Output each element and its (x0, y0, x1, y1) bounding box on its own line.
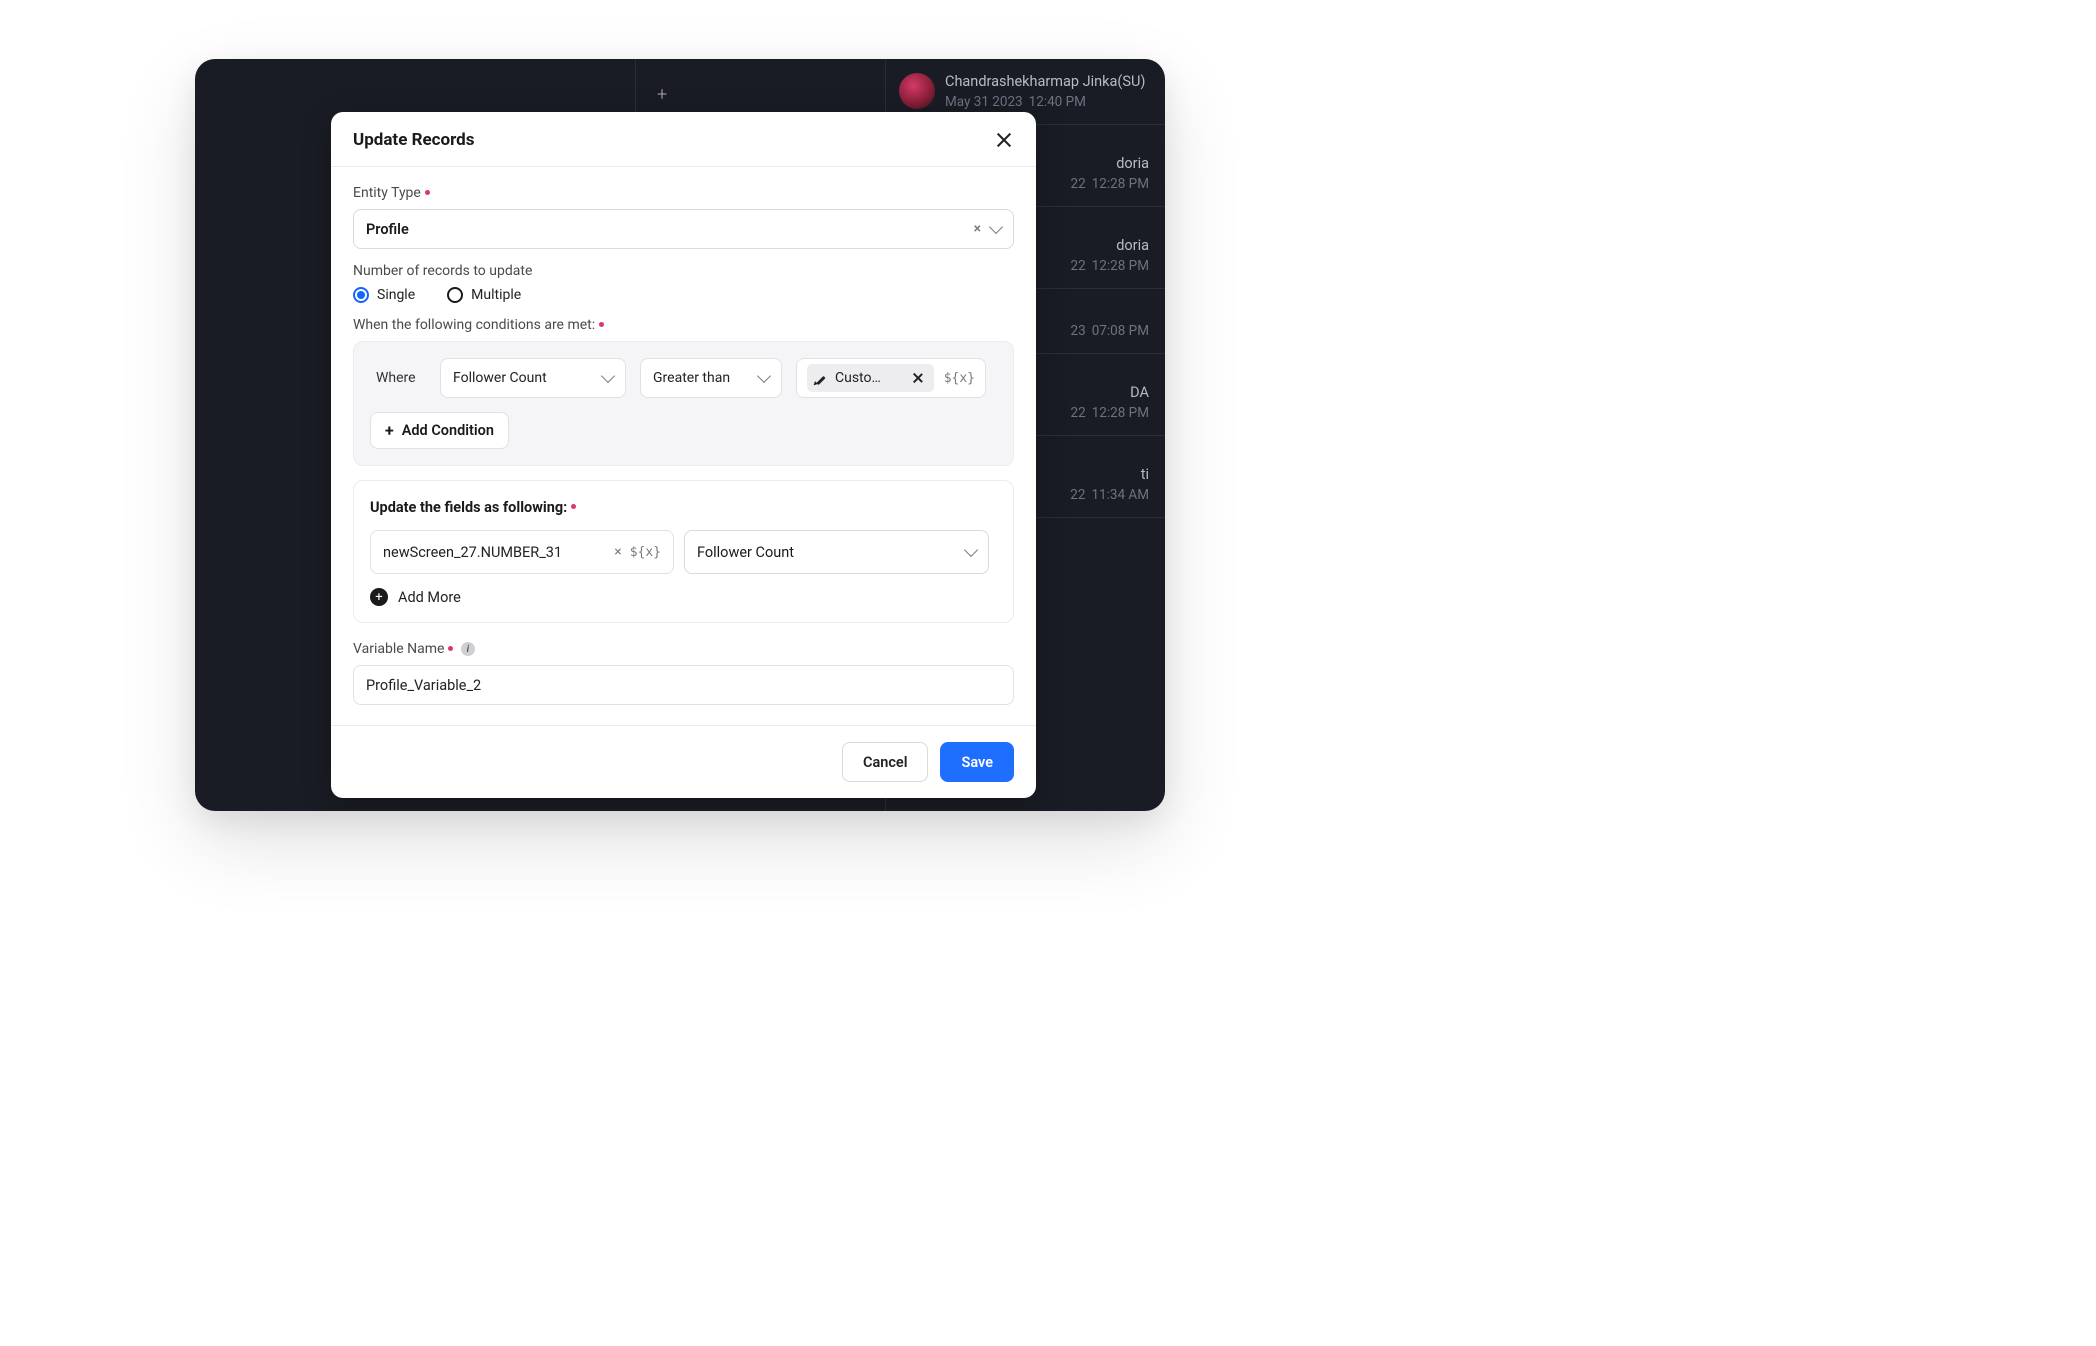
num-records-label: Number of records to update (353, 263, 1014, 279)
chevron-down-icon (964, 543, 978, 557)
avatar (899, 73, 935, 109)
conditions-panel: Where Follower Count Greater than (353, 341, 1014, 466)
entity-type-value: Profile (366, 221, 409, 238)
close-icon[interactable] (994, 130, 1014, 150)
pencil-icon (815, 372, 827, 384)
clear-icon[interactable]: × (974, 221, 981, 237)
add-node-icon[interactable]: + (657, 84, 667, 105)
condition-operator-select[interactable]: Greater than (640, 358, 782, 398)
info-icon[interactable]: i (461, 642, 475, 656)
add-more-button[interactable]: + Add More (370, 588, 997, 606)
condition-value-input[interactable]: Custo… ${x} (796, 358, 986, 398)
modal-title: Update Records (353, 130, 475, 150)
list-item-name: Chandrashekharmap Jinka(SU) (945, 73, 1149, 90)
cancel-button[interactable]: Cancel (842, 742, 929, 782)
condition-field-value: Follower Count (453, 370, 547, 386)
variable-name-value: Profile_Variable_2 (366, 677, 481, 694)
radio-single-label: Single (377, 287, 415, 303)
required-indicator-icon (599, 322, 604, 327)
update-field-value: Follower Count (697, 544, 794, 561)
radio-single[interactable]: Single (353, 287, 415, 303)
variable-picker-icon[interactable]: ${x} (630, 545, 661, 560)
required-indicator-icon (425, 190, 430, 195)
radio-icon (447, 287, 463, 303)
entity-type-select[interactable]: Profile × (353, 209, 1014, 249)
update-fields-label: Update the fields as following: (370, 497, 997, 516)
value-chip-text: Custo… (835, 370, 902, 386)
condition-field-select[interactable]: Follower Count (440, 358, 626, 398)
where-label: Where (370, 370, 426, 386)
remove-chip-icon[interactable] (910, 370, 926, 386)
update-value-text: newScreen_27.NUMBER_31 (383, 544, 606, 561)
conditions-label: When the following conditions are met: (353, 317, 1014, 333)
update-field-select[interactable]: Follower Count (684, 530, 989, 574)
plus-circle-icon: + (370, 588, 388, 606)
chevron-down-icon (989, 220, 1003, 234)
value-chip[interactable]: Custo… (807, 364, 934, 392)
update-records-modal: Update Records Entity Type Profile × Num… (331, 112, 1036, 798)
required-indicator-icon (571, 504, 576, 509)
clear-icon[interactable]: × (614, 544, 621, 560)
add-condition-button[interactable]: + Add Condition (370, 412, 509, 449)
add-condition-label: Add Condition (402, 422, 494, 439)
condition-operator-value: Greater than (653, 370, 730, 386)
plus-icon: + (385, 423, 394, 439)
app-window: + Chandrashekharmap Jinka(SU) May 31 202… (195, 59, 1165, 811)
radio-icon (353, 287, 369, 303)
entity-type-label: Entity Type (353, 185, 1014, 201)
update-fields-panel: Update the fields as following: newScree… (353, 480, 1014, 623)
radio-multiple-label: Multiple (471, 287, 521, 303)
required-indicator-icon (448, 646, 453, 651)
chevron-down-icon (757, 369, 771, 383)
variable-name-input[interactable]: Profile_Variable_2 (353, 665, 1014, 705)
chevron-down-icon (601, 369, 615, 383)
radio-multiple[interactable]: Multiple (447, 287, 521, 303)
variable-name-label: Variable Name i (353, 641, 1014, 657)
add-more-label: Add More (398, 589, 461, 606)
update-value-input[interactable]: newScreen_27.NUMBER_31 × ${x} (370, 530, 674, 574)
list-item-timestamp: May 31 202312:40 PM (945, 94, 1149, 110)
save-button[interactable]: Save (940, 742, 1014, 782)
variable-picker-icon[interactable]: ${x} (944, 371, 975, 386)
